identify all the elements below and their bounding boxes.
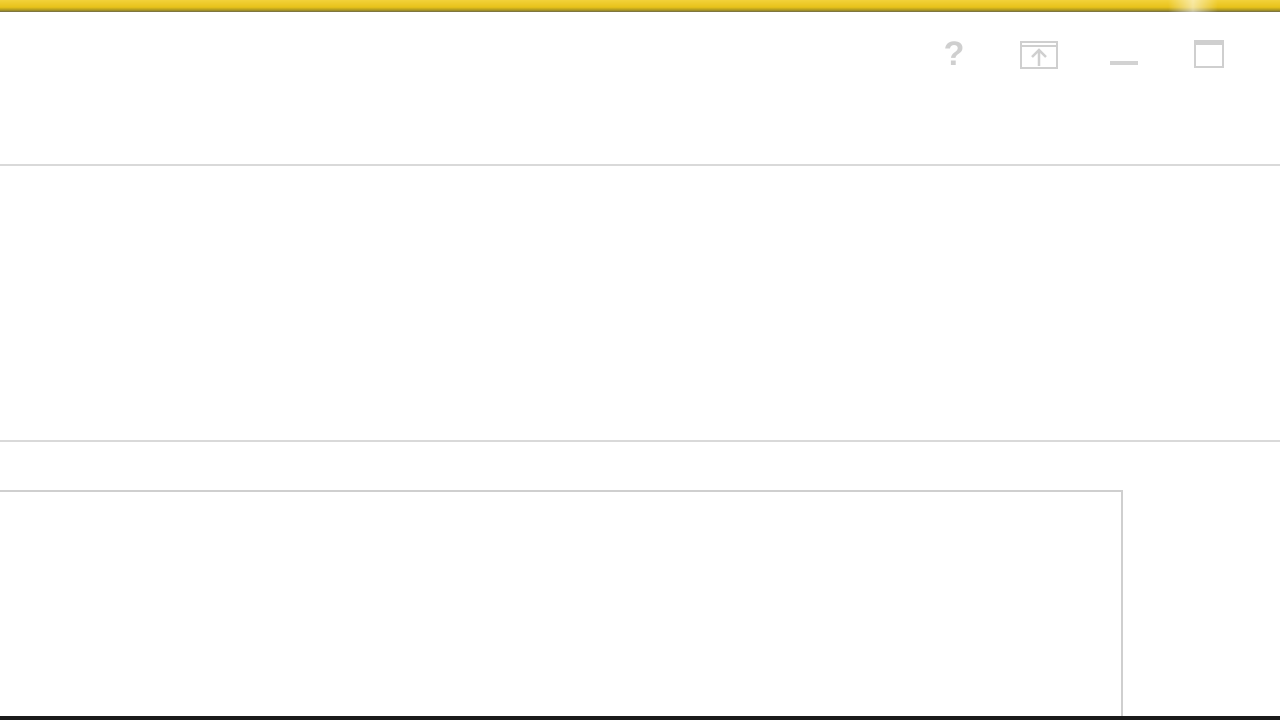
- help-button[interactable]: ?: [932, 34, 976, 74]
- maximize-button[interactable]: [1187, 34, 1231, 74]
- window-controls: ?: [930, 34, 1240, 74]
- minimize-icon: [1110, 61, 1138, 65]
- bottom-edge: [0, 716, 1280, 720]
- app-window: ?: [0, 0, 1280, 720]
- ribbon-divider: [0, 440, 1280, 442]
- upload-box-icon: [1020, 41, 1058, 69]
- minimize-button[interactable]: [1102, 34, 1146, 74]
- maximize-icon: [1194, 40, 1224, 68]
- question-mark-icon: ?: [943, 35, 965, 73]
- ribbon-area: [0, 166, 1280, 440]
- accent-bar-highlight: [1168, 0, 1218, 12]
- share-button[interactable]: [1017, 34, 1061, 74]
- content-panel: [0, 490, 1123, 720]
- window-accent-bar: [0, 0, 1280, 12]
